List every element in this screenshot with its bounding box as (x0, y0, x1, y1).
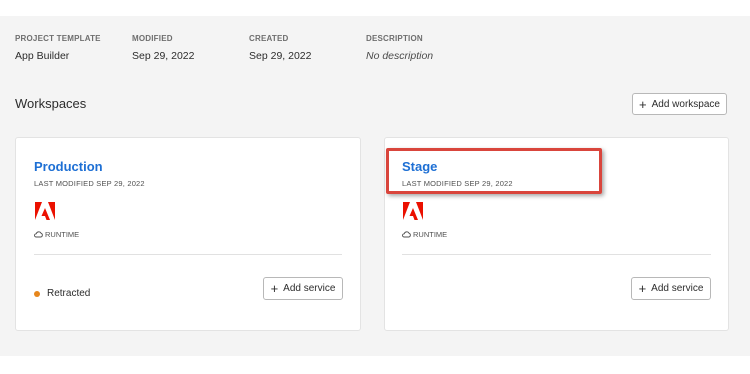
status-indicator: Retracted (34, 288, 90, 299)
project-template-label: PROJECT TEMPLATE (15, 34, 101, 43)
created-field: CREATED Sep 29, 2022 (249, 34, 311, 62)
description-label: DESCRIPTION (366, 34, 423, 43)
adobe-logo-icon (403, 202, 423, 220)
plus-icon: + (638, 281, 647, 296)
workspaces-heading: Workspaces (15, 96, 87, 111)
highlight-annotation-box (386, 148, 602, 194)
project-template-field: PROJECT TEMPLATE App Builder (15, 34, 101, 62)
modified-label: MODIFIED (132, 34, 173, 43)
card-divider (402, 254, 711, 255)
status-label: Retracted (47, 288, 91, 299)
created-value: Sep 29, 2022 (249, 50, 312, 62)
status-dot-icon (34, 290, 40, 297)
plus-icon: + (270, 281, 279, 296)
runtime-tag: RUNTIME (34, 230, 79, 239)
workspace-card-production[interactable]: Production LAST MODIFIED SEP 29, 2022 RU… (15, 137, 361, 331)
runtime-label: RUNTIME (413, 230, 448, 239)
last-modified-text: LAST MODIFIED SEP 29, 2022 (34, 179, 145, 188)
add-service-label: Add service (283, 283, 336, 294)
plus-icon: + (639, 96, 647, 112)
add-workspace-label: Add workspace (651, 98, 720, 110)
modified-value: Sep 29, 2022 (132, 50, 195, 62)
runtime-cloud-icon (402, 231, 411, 238)
modified-field: MODIFIED Sep 29, 2022 (132, 34, 194, 62)
add-workspace-button[interactable]: + Add workspace (632, 93, 727, 115)
workspace-name-link[interactable]: Production (34, 159, 103, 174)
runtime-cloud-icon (34, 231, 43, 238)
add-service-label: Add service (651, 283, 704, 294)
created-label: CREATED (249, 34, 289, 43)
add-service-button[interactable]: + Add service (631, 277, 711, 300)
adobe-logo-icon (35, 202, 55, 220)
description-field: DESCRIPTION No description (366, 34, 433, 62)
description-value: No description (366, 50, 434, 62)
runtime-label: RUNTIME (45, 230, 80, 239)
runtime-tag: RUNTIME (402, 230, 447, 239)
add-service-button[interactable]: + Add service (263, 277, 343, 300)
card-divider (34, 254, 342, 255)
project-template-value: App Builder (15, 50, 70, 62)
